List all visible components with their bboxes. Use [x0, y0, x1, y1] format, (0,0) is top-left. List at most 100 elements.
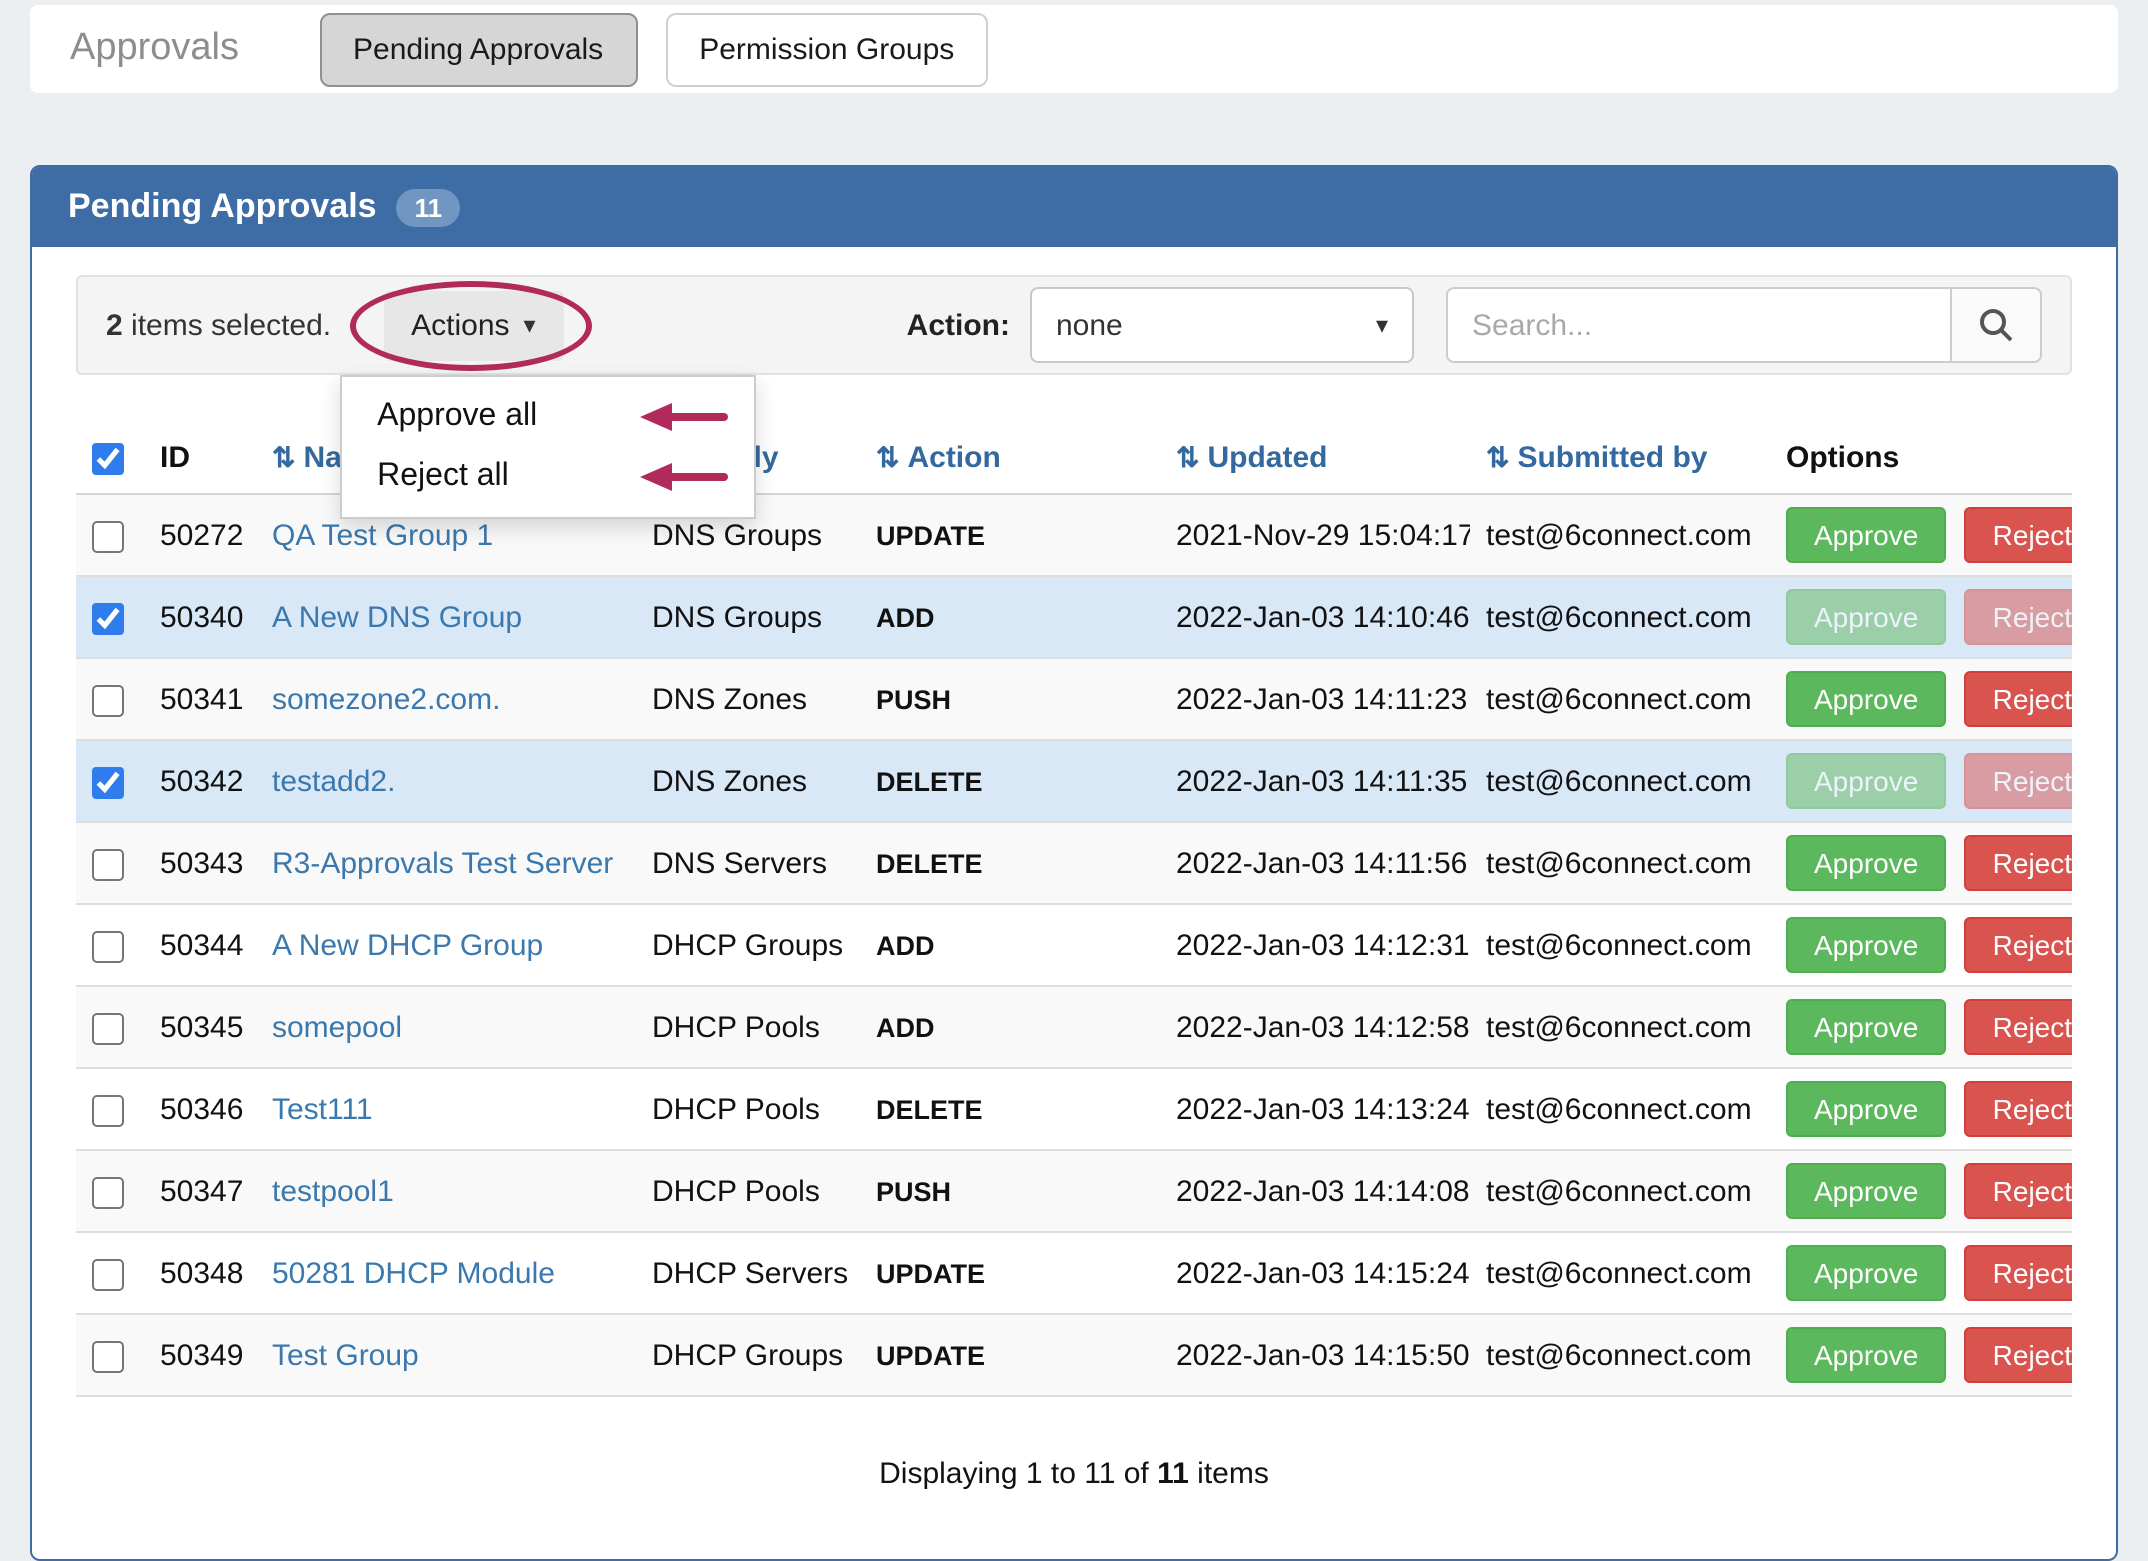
column-label: Options [1786, 441, 1899, 475]
caret-down-icon: ▾ [1376, 313, 1388, 337]
row-name-link[interactable]: Test111 [272, 1092, 373, 1126]
row-checkbox-cell [76, 904, 144, 986]
column-label: Submitted by [1517, 441, 1707, 475]
row-name-link[interactable]: R3-Approvals Test Server [272, 846, 613, 880]
row-checkbox[interactable] [92, 1258, 124, 1290]
row-name-link[interactable]: somepool [272, 1010, 402, 1044]
count-badge: 11 [397, 188, 461, 226]
row-checkbox[interactable] [92, 1340, 124, 1372]
row-name-link[interactable]: A New DHCP Group [272, 928, 543, 962]
arrow-left-annotation [637, 460, 729, 492]
tab-permission-groups[interactable]: Permission Groups [665, 12, 988, 86]
approve-button[interactable]: Approve [1786, 1327, 1946, 1383]
row-action: UPDATE [860, 494, 1160, 576]
row-checkbox[interactable] [92, 930, 124, 962]
approve-button[interactable]: Approve [1786, 1081, 1946, 1137]
reject-button[interactable]: Reject [1965, 1163, 2072, 1219]
search-button[interactable] [1950, 287, 2042, 363]
row-family: DNS Groups [636, 576, 860, 658]
reject-button[interactable]: Reject [1965, 589, 2072, 645]
row-family: DHCP Pools [636, 986, 860, 1068]
toolbar-right: Action: none ▾ [907, 287, 2042, 363]
row-name-link[interactable]: testpool1 [272, 1174, 394, 1208]
menu-item-approve-all[interactable]: Approve all [341, 386, 753, 446]
action-filter-select[interactable]: none ▾ [1030, 287, 1414, 363]
row-checkbox[interactable] [92, 602, 124, 634]
caret-down-icon: ▾ [524, 313, 536, 337]
approve-button[interactable]: Approve [1786, 1245, 1946, 1301]
row-id: 50349 [144, 1314, 256, 1396]
search-input[interactable] [1446, 287, 1950, 363]
row-submitted-by: test@6connect.com [1470, 1068, 1770, 1150]
row-checkbox-cell [76, 1150, 144, 1232]
actions-dropdown-button[interactable]: Actions ▾ [383, 290, 563, 360]
table-row: 50344 A New DHCP Group DHCP Groups ADD 2… [76, 904, 2072, 986]
row-name-link[interactable]: testadd2. [272, 764, 395, 798]
approve-button[interactable]: Approve [1786, 999, 1946, 1055]
tab-pending-approvals[interactable]: Pending Approvals [319, 12, 637, 86]
row-checkbox[interactable] [92, 684, 124, 716]
reject-button[interactable]: Reject [1965, 1327, 2072, 1383]
row-action: UPDATE [860, 1314, 1160, 1396]
row-name-link[interactable]: A New DNS Group [272, 600, 522, 634]
table-row: 50346 Test111 DHCP Pools DELETE 2022-Jan… [76, 1068, 2072, 1150]
table-body: 50272 QA Test Group 1 DNS Groups UPDATE … [76, 494, 2072, 1396]
row-options-cell: Approve Reject [1770, 1068, 2072, 1150]
page-header: Approvals Pending Approvals Permission G… [30, 5, 2118, 93]
row-checkbox[interactable] [92, 520, 124, 552]
approve-button[interactable]: Approve [1786, 1163, 1946, 1219]
row-checkbox[interactable] [92, 1176, 124, 1208]
row-family: DNS Zones [636, 740, 860, 822]
row-updated: 2022-Jan-03 14:11:35 [1160, 740, 1470, 822]
column-header-submitted-by[interactable]: ⇅Submitted by [1470, 423, 1770, 494]
row-updated: 2022-Jan-03 14:12:31 [1160, 904, 1470, 986]
menu-item-reject-all[interactable]: Reject all [341, 446, 753, 506]
select-all-checkbox[interactable] [92, 443, 124, 475]
table-row: 50348 50281 DHCP Module DHCP Servers UPD… [76, 1232, 2072, 1314]
row-checkbox[interactable] [92, 848, 124, 880]
row-action: UPDATE [860, 1232, 1160, 1314]
reject-button[interactable]: Reject [1965, 671, 2072, 727]
reject-button[interactable]: Reject [1965, 507, 2072, 563]
row-updated: 2022-Jan-03 14:14:08 [1160, 1150, 1470, 1232]
reject-button[interactable]: Reject [1965, 1245, 2072, 1301]
approve-button[interactable]: Approve [1786, 671, 1946, 727]
approve-button[interactable]: Approve [1786, 753, 1946, 809]
selected-count: 2 [106, 308, 123, 342]
reject-button[interactable]: Reject [1965, 1081, 2072, 1137]
row-submitted-by: test@6connect.com [1470, 1150, 1770, 1232]
column-header-updated[interactable]: ⇅Updated [1160, 423, 1470, 494]
row-checkbox[interactable] [92, 1094, 124, 1126]
row-submitted-by: test@6connect.com [1470, 1232, 1770, 1314]
approve-button[interactable]: Approve [1786, 917, 1946, 973]
row-checkbox-cell [76, 1232, 144, 1314]
selected-text: items selected. [131, 308, 331, 342]
row-name-link[interactable]: somezone2.com. [272, 682, 500, 716]
row-options-cell: Approve Reject [1770, 986, 2072, 1068]
approve-button[interactable]: Approve [1786, 507, 1946, 563]
reject-button[interactable]: Reject [1965, 999, 2072, 1055]
row-name-cell: R3-Approvals Test Server [256, 822, 636, 904]
column-header-action[interactable]: ⇅Action [860, 423, 1160, 494]
row-checkbox-cell [76, 740, 144, 822]
row-submitted-by: test@6connect.com [1470, 1314, 1770, 1396]
row-action: DELETE [860, 822, 1160, 904]
approve-button[interactable]: Approve [1786, 835, 1946, 891]
reject-button[interactable]: Reject [1965, 917, 2072, 973]
row-checkbox[interactable] [92, 1012, 124, 1044]
sort-icon: ⇅ [1486, 441, 1509, 473]
row-family: DHCP Groups [636, 1314, 860, 1396]
row-name-link[interactable]: Test Group [272, 1338, 419, 1372]
reject-button[interactable]: Reject [1965, 753, 2072, 809]
row-checkbox[interactable] [92, 766, 124, 798]
approve-button[interactable]: Approve [1786, 589, 1946, 645]
row-id: 50345 [144, 986, 256, 1068]
column-header-options: Options [1770, 423, 2072, 494]
row-name-cell: Test111 [256, 1068, 636, 1150]
row-name-link[interactable]: QA Test Group 1 [272, 518, 493, 552]
row-name-link[interactable]: 50281 DHCP Module [272, 1256, 555, 1290]
pagination-summary: Displaying 1 to 11 of 11 items [76, 1457, 2072, 1519]
panel-body: 2 items selected. Actions ▾ Approve all [32, 247, 2116, 1559]
row-options-cell: Approve Reject [1770, 904, 2072, 986]
reject-button[interactable]: Reject [1965, 835, 2072, 891]
